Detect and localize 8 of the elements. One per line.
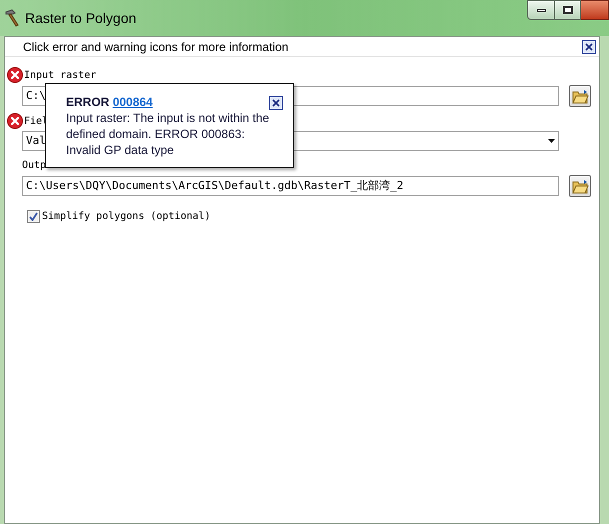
info-text: Click error and warning icons for more information xyxy=(23,38,288,56)
window-title: Raster to Polygon xyxy=(25,8,136,28)
parameter-label: Outp xyxy=(22,158,46,172)
popup-title: ERROR xyxy=(66,95,110,109)
checkbox-label: Simplify polygons (optional) xyxy=(42,210,211,224)
parameter-label: Fiel xyxy=(24,114,48,128)
error-message: Input raster: The input is not within the defined domain. ERROR 000863: Invalid GP data type xyxy=(66,110,270,158)
parameter-label: Input raster xyxy=(24,68,96,82)
